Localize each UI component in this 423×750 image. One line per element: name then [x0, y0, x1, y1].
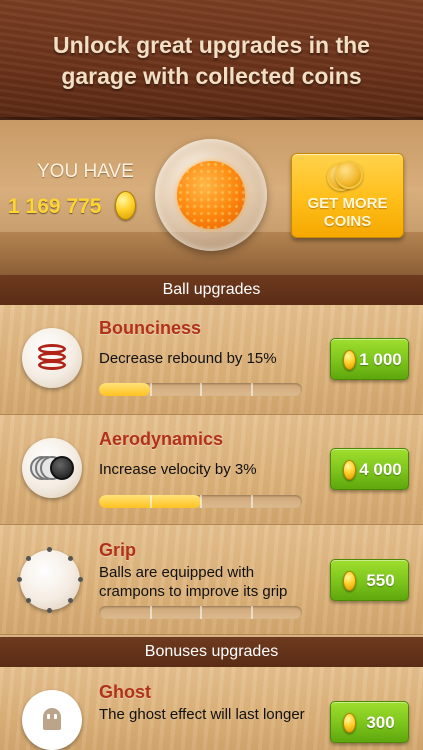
coin-icon	[343, 350, 356, 370]
aerodynamics-icon	[22, 438, 82, 498]
buy-aerodynamics-button[interactable]: 4 000	[330, 448, 409, 490]
price-label: 300	[366, 713, 395, 732]
spring-icon	[22, 328, 82, 388]
upgrade-description: Balls are equipped with crampons to impr…	[99, 564, 288, 600]
section-bonuses-upgrades: Bonuses upgrades	[0, 637, 423, 667]
upgrade-title: Bounciness	[99, 318, 202, 338]
price-label: 1 000	[359, 350, 402, 369]
buy-grip-button[interactable]: 550	[330, 559, 409, 601]
get-more-coins-label: GET MORE COINS	[307, 195, 388, 230]
coin-icon	[343, 713, 356, 733]
upgrade-progress-fill	[99, 383, 150, 396]
section-ball-upgrades: Ball upgrades	[0, 275, 423, 305]
upgrade-description: Decrease rebound by 15%	[99, 350, 277, 367]
header-title: Unlock great upgrades in the garage with…	[53, 32, 370, 89]
upgrade-description: Increase velocity by 3%	[99, 461, 257, 478]
buy-ghost-button[interactable]: 300	[330, 701, 409, 743]
price-label: 550	[366, 571, 395, 590]
coin-icon	[343, 460, 356, 480]
header-banner: Unlock great upgrades in the garage with…	[0, 0, 423, 120]
upgrade-description: The ghost effect will last longer	[99, 706, 305, 723]
grip-ball-icon	[17, 547, 83, 613]
upgrade-progress-bar	[99, 606, 302, 619]
buy-bounciness-button[interactable]: 1 000	[330, 338, 409, 380]
upgrade-title: Ghost	[99, 682, 151, 702]
you-have-label: YOU HAVE	[37, 161, 134, 182]
upgrade-progress-bar	[99, 383, 302, 396]
upgrade-progress-bar	[99, 495, 302, 508]
orange-ball-icon	[177, 161, 245, 229]
coin-icon	[343, 571, 356, 591]
price-label: 4 000	[359, 460, 402, 479]
upgrade-title: Aerodynamics	[99, 429, 224, 449]
ghost-icon	[22, 690, 82, 750]
coin-balance: 1 169 775	[8, 195, 102, 218]
upgrade-title: Grip	[99, 540, 137, 560]
coin-icon	[115, 191, 136, 220]
coin-stack-icon	[327, 161, 365, 191]
